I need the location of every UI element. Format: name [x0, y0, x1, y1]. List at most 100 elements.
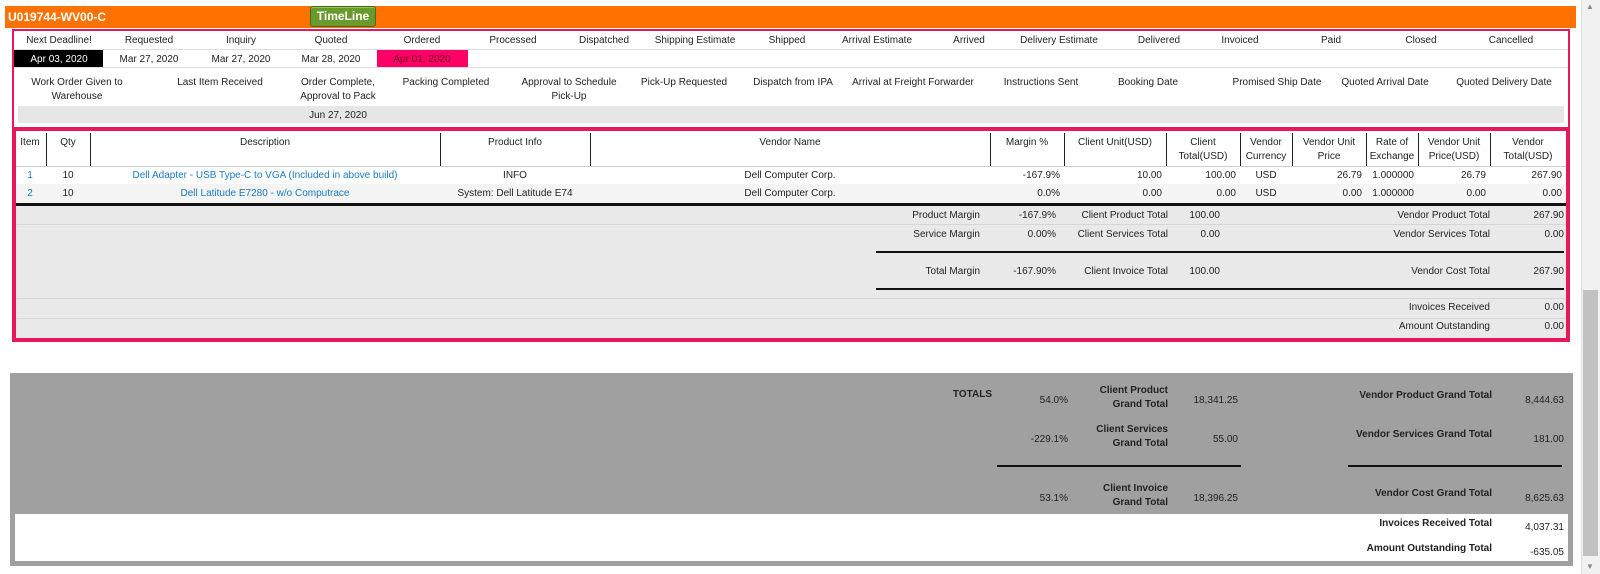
item-description-link[interactable]: Dell Latitude E7280 - w/o Computrace — [90, 188, 440, 199]
summary-value: 267.90 — [1533, 210, 1564, 221]
status-header-16: Cancelled — [1488, 35, 1534, 46]
milestone-header-8: Instructions Sent — [1003, 77, 1079, 88]
status-header-3: Quoted — [314, 35, 348, 46]
section-divider — [14, 127, 1568, 131]
status-header-14: Paid — [1320, 35, 1341, 46]
scroll-down-arrow-icon[interactable]: ▼ — [1585, 562, 1595, 572]
column-header-2: Description — [239, 137, 291, 148]
totals-value: 8,444.63 — [1525, 395, 1564, 406]
status-header-8: Shipped — [768, 35, 806, 46]
milestone-header-11: Quoted Arrival Date — [1341, 77, 1429, 88]
cell-1: 10 — [62, 188, 74, 199]
status-header-12: Delivered — [1137, 35, 1181, 46]
cell-7: 0.00 — [1216, 188, 1236, 199]
summary-value: 267.90 — [1533, 266, 1564, 277]
milestone-header-9: Booking Date — [1117, 77, 1179, 88]
status-header-1: Requested — [124, 35, 174, 46]
totals-value: 55.00 — [1212, 434, 1238, 445]
milestone-header-6: Dispatch from IPA — [753, 77, 833, 88]
cell-11: 26.79 — [1460, 170, 1486, 181]
milestone-header-10: Promised Ship Date — [1232, 77, 1322, 88]
milestone-header-3: Packing Completed — [402, 77, 490, 88]
scroll-up-arrow-icon[interactable]: ▲ — [1585, 2, 1595, 12]
status-date-2: Mar 27, 2020 — [211, 54, 271, 65]
milestone-header-4: Approval to Schedule Pick-Up — [521, 77, 617, 102]
totals-label: Vendor Cost Grand Total — [1374, 488, 1492, 499]
status-header-15: Closed — [1405, 35, 1437, 46]
totals-label: Invoices Received Total — [1379, 518, 1492, 529]
divider — [16, 224, 1566, 225]
rule — [1348, 465, 1562, 467]
status-date-3: Mar 28, 2020 — [301, 54, 361, 65]
cell-5: -167.9% — [1022, 170, 1060, 181]
rule — [876, 288, 1564, 290]
cell-11: 0.00 — [1466, 188, 1486, 199]
status-header-4: Ordered — [403, 35, 441, 46]
cell-1: 10 — [62, 170, 74, 181]
totals-label: Grand Total — [1112, 497, 1168, 508]
totals-label: Grand Total — [1112, 399, 1168, 410]
column-header-6: Client Unit(USD) — [1078, 137, 1152, 148]
item-number-link[interactable]: 1 — [14, 170, 46, 181]
order-page: U019744-WV00-C TimeLine Next Deadline! Re… — [0, 0, 1600, 574]
column-header-12: Vendor Total(USD) — [1503, 137, 1553, 162]
totals-label: Client Invoice — [1102, 483, 1168, 494]
cell-6: 10.00 — [1136, 170, 1162, 181]
status-header-7: Shipping Estimate — [654, 35, 736, 46]
order-header-bar — [5, 6, 1576, 28]
cell-4: Dell Computer Corp. — [744, 188, 836, 199]
summary-label: Vendor Product Total — [1397, 210, 1490, 221]
status-header-9: Arrival Estimate — [841, 35, 912, 46]
summary-label: Total Margin — [925, 266, 980, 277]
milestone-header-1: Last Item Received — [177, 77, 263, 88]
cell-4: Dell Computer Corp. — [744, 170, 836, 181]
cell-12: 0.00 — [1542, 188, 1562, 199]
cell-10: 1.000000 — [1372, 188, 1414, 199]
column-header-4: Vendor Name — [759, 137, 821, 148]
totals-label: TOTALS — [952, 389, 992, 400]
column-header-1: Qty — [60, 137, 76, 148]
summary-label: Service Margin — [913, 229, 980, 240]
cell-9: 0.00 — [1342, 188, 1362, 199]
summary-label: Client Product Total — [1081, 210, 1168, 221]
summary-label: Client Invoice Total — [1084, 266, 1168, 277]
totals-value: 8,625.63 — [1525, 493, 1564, 504]
status-header-6: Dispatched — [578, 35, 630, 46]
cell-8: USD — [1255, 170, 1277, 181]
summary-value: 0.00 — [1200, 229, 1220, 240]
status-header-2: Inquiry — [225, 35, 256, 46]
totals-value: 181.00 — [1533, 434, 1564, 445]
milestone-header-0: Work Order Given to Warehouse — [31, 77, 123, 102]
panel-border — [1566, 206, 1568, 340]
column-header-9: Vendor Unit Price — [1302, 137, 1356, 162]
status-date-0: Apr 03, 2020 — [30, 54, 88, 65]
item-number-link[interactable]: 2 — [14, 188, 46, 199]
milestone-header-7: Arrival at Freight Forwarder — [852, 77, 974, 88]
cell-10: 1.000000 — [1372, 170, 1414, 181]
summary-label: Amount Outstanding — [1398, 321, 1490, 332]
column-header-7: Client Total(USD) — [1178, 137, 1228, 162]
summary-margin: -167.9% — [1018, 210, 1056, 221]
cell-6: 0.00 — [1142, 188, 1162, 199]
item-description-link[interactable]: Dell Adapter - USB Type-C to VGA (Includ… — [90, 170, 440, 181]
totals-margin: -229.1% — [1030, 434, 1068, 445]
status-header-11: Delivery Estimate — [1020, 35, 1098, 46]
divider — [14, 49, 1568, 50]
totals-value: 4,037.31 — [1525, 522, 1564, 533]
totals-label: Client Services — [1096, 424, 1168, 435]
cell-7: 100.00 — [1205, 170, 1236, 181]
status-header-0: Next Deadline! — [26, 35, 92, 46]
totals-value: -635.05 — [1530, 547, 1564, 558]
column-header-3: Product Info — [488, 137, 542, 148]
summary-value: 0.00 — [1544, 321, 1564, 332]
scrollbar-thumb[interactable] — [1583, 290, 1598, 556]
timeline-button[interactable]: TimeLine — [310, 6, 376, 27]
summary-label: Client Services Total — [1077, 229, 1168, 240]
summary-margin: -167.90% — [1013, 266, 1056, 277]
divider — [14, 67, 1568, 68]
divider — [16, 298, 1566, 299]
cell-12: 267.90 — [1531, 170, 1562, 181]
totals-label: Amount Outstanding Total — [1366, 543, 1492, 554]
status-header-13: Invoiced — [1221, 35, 1259, 46]
status-header-10: Arrived — [953, 35, 985, 46]
